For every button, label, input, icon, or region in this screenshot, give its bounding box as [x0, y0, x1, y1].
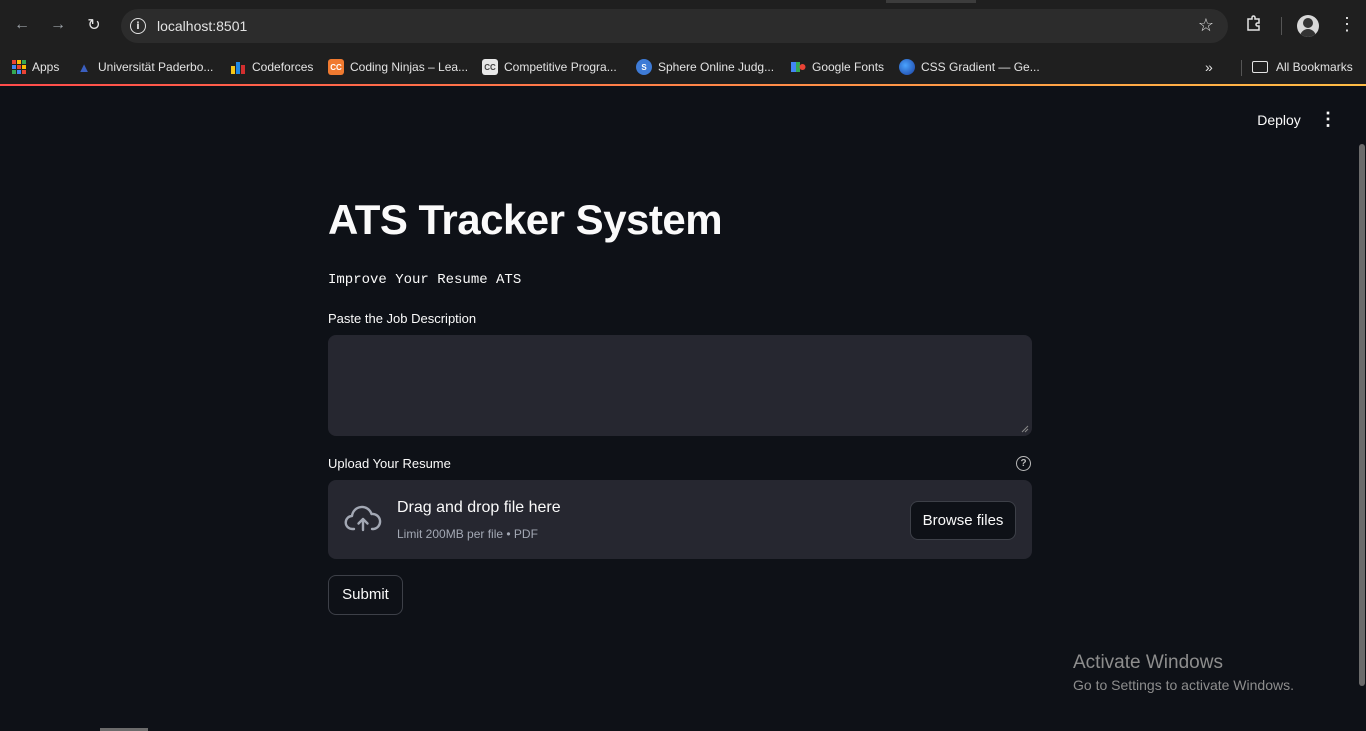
extensions-icon[interactable] — [1245, 14, 1263, 37]
page-subtitle: Improve Your Resume ATS — [328, 272, 522, 288]
url-text[interactable]: localhost:8501 — [157, 18, 247, 34]
reload-icon[interactable]: ↻ — [83, 14, 105, 36]
app-view: Deploy ⋮ ATS Tracker System Improve Your… — [0, 86, 1366, 731]
bookmark-coding-ninjas[interactable]: CC Coding Ninjas – Lea... — [328, 56, 468, 78]
all-bookmarks-label: All Bookmarks — [1276, 60, 1353, 74]
page-title: ATS Tracker System — [328, 196, 723, 243]
browser-menu-icon[interactable]: ⋮ — [1338, 15, 1356, 33]
bookmark-university[interactable]: ▲ Universität Paderbo... — [76, 56, 214, 78]
coding-ninjas-icon: CC — [328, 59, 344, 75]
bookmark-label: Apps — [32, 60, 60, 74]
bookmark-label: Codeforces — [252, 60, 314, 74]
all-bookmarks[interactable]: All Bookmarks — [1252, 56, 1353, 78]
bookmark-label: Google Fonts — [812, 60, 885, 74]
folder-icon — [1252, 61, 1268, 73]
address-bar[interactable]: i localhost:8501 ☆ — [121, 9, 1228, 43]
bookmarks-overflow-icon[interactable]: » — [1205, 56, 1213, 78]
watermark-title: Activate Windows — [1073, 652, 1223, 673]
bookmark-spoj[interactable]: S Sphere Online Judg... — [636, 56, 774, 78]
active-tab[interactable] — [886, 0, 976, 3]
bookmarks-divider — [1241, 60, 1242, 76]
job-description-label: Paste the Job Description — [328, 311, 477, 326]
bookmark-label: Sphere Online Judg... — [658, 60, 775, 74]
google-fonts-icon — [790, 59, 806, 75]
bookmark-codeforces[interactable]: Codeforces — [230, 56, 313, 78]
deploy-button[interactable]: Deploy — [1246, 108, 1312, 132]
dropzone-limit: Limit 200MB per file • PDF — [397, 527, 538, 541]
submit-button[interactable]: Submit — [328, 575, 403, 615]
bookmark-star-icon[interactable]: ☆ — [1198, 15, 1214, 36]
profile-avatar[interactable] — [1297, 15, 1319, 37]
cloud-upload-icon — [344, 505, 382, 532]
bookmarks-bar: Apps ▲ Universität Paderbo... Codeforces… — [0, 50, 1366, 84]
bookmark-label: Universität Paderbo... — [98, 60, 214, 74]
bookmark-google-fonts[interactable]: Google Fonts — [790, 56, 884, 78]
competitive-programming-icon: CC — [482, 59, 498, 75]
bookmark-apps[interactable]: Apps — [12, 56, 59, 78]
bookmark-label: Competitive Progra... — [504, 60, 617, 74]
bookmark-label: CSS Gradient — Ge... — [921, 60, 1040, 74]
codeforces-icon — [230, 59, 246, 75]
forward-icon[interactable]: → — [47, 14, 69, 36]
windows-activation-watermark: Activate Windows Go to Settings to activ… — [1073, 652, 1294, 693]
tab-strip — [0, 0, 1366, 3]
apps-grid-icon — [12, 60, 26, 74]
toolbar-divider — [1281, 17, 1282, 35]
spoj-icon: S — [636, 59, 652, 75]
browser-toolbar: ← → ↻ i localhost:8501 ☆ ⋮ — [0, 0, 1366, 50]
browse-files-button[interactable]: Browse files — [910, 501, 1016, 540]
help-icon[interactable]: ? — [1016, 456, 1031, 471]
back-icon[interactable]: ← — [11, 14, 33, 36]
dropzone-title: Drag and drop file here — [397, 499, 561, 516]
site-info-icon[interactable]: i — [130, 18, 146, 34]
university-icon: ▲ — [77, 59, 91, 75]
bookmark-competitive-programming[interactable]: CC Competitive Progra... — [482, 56, 617, 78]
upload-label: Upload Your Resume — [328, 456, 451, 471]
bookmark-css-gradient[interactable]: CSS Gradient — Ge... — [899, 56, 1040, 78]
resize-handle-icon[interactable] — [1021, 425, 1029, 433]
file-dropzone[interactable]: Drag and drop file here Limit 200MB per … — [328, 480, 1032, 559]
app-menu-icon[interactable]: ⋮ — [1318, 108, 1338, 132]
bookmark-label: Coding Ninjas – Lea... — [350, 60, 469, 74]
job-description-textarea[interactable] — [328, 335, 1032, 436]
css-gradient-icon — [899, 59, 915, 75]
watermark-subtitle: Go to Settings to activate Windows. — [1073, 677, 1294, 693]
vertical-scrollbar[interactable] — [1359, 144, 1365, 686]
